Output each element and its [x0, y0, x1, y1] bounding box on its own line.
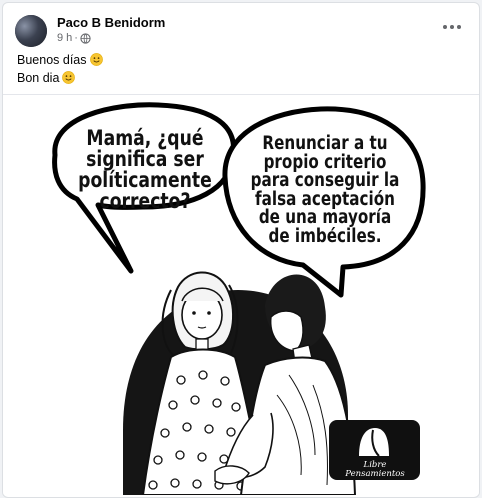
more-options-icon[interactable] — [441, 20, 463, 34]
meta-separator: · — [74, 32, 78, 44]
author-name[interactable]: Paco B Benidorm — [57, 15, 165, 30]
right-bubble-text: Renunciar a tu propio criterio para cons… — [250, 133, 400, 247]
post-text-line: Buenos días — [17, 53, 103, 67]
smile-emoji-icon — [89, 53, 103, 66]
post-card: Paco B Benidorm 9 h · Buenos días Bon di… — [2, 2, 480, 498]
left-bubble-text: Mamá, ¿qué significa ser políticamente c… — [78, 126, 212, 213]
post-time[interactable]: 9 h — [57, 32, 72, 44]
globe-icon[interactable] — [80, 32, 91, 44]
post-image[interactable]: Mamá, ¿qué significa ser políticamente c… — [3, 95, 479, 495]
post-meta: 9 h · — [57, 32, 91, 44]
author-avatar[interactable] — [15, 15, 47, 47]
logo-text: Libre Pensamientos — [345, 460, 405, 479]
smile-emoji-icon — [62, 71, 76, 84]
post-text-line: Bon dia — [17, 71, 76, 85]
logo-figure-icon — [359, 428, 389, 457]
